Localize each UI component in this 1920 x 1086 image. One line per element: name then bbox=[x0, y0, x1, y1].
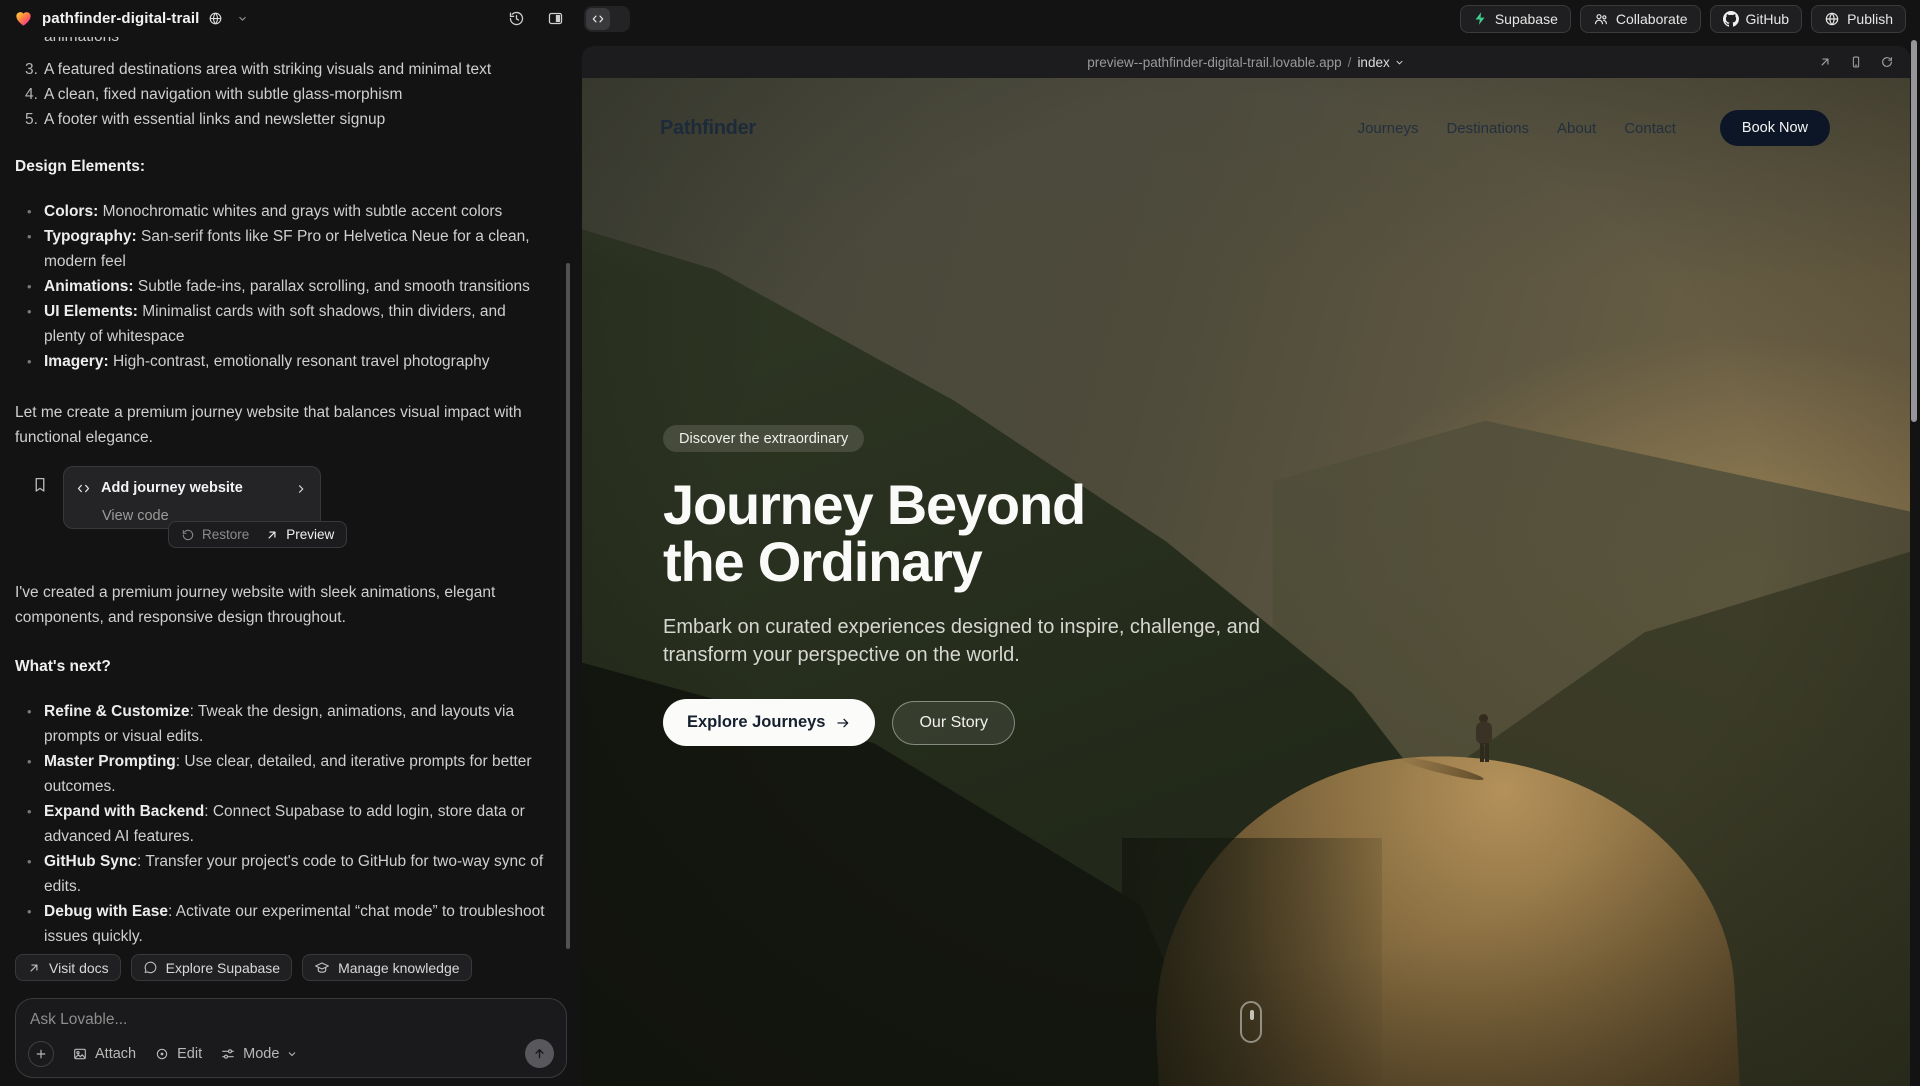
artifact-block: Add journey website View code Restore P bbox=[31, 466, 546, 552]
hero-content: Discover the extraordinary Journey Beyon… bbox=[663, 425, 1303, 746]
list-item: 4. A clean, fixed navigation with subtle… bbox=[15, 82, 546, 107]
hero-heading: Journey Beyond the Ordinary bbox=[663, 476, 1303, 590]
chevron-down-icon[interactable] bbox=[236, 12, 249, 25]
website-hero: Pathfinder Journeys Destinations About C… bbox=[582, 78, 1910, 1086]
preview-url-bar: preview--pathfinder-digital-trail.lovabl… bbox=[582, 46, 1910, 78]
plus-icon bbox=[34, 1047, 48, 1061]
history-icon[interactable] bbox=[506, 8, 527, 29]
refresh-icon[interactable] bbox=[1880, 55, 1894, 69]
chat-input[interactable] bbox=[30, 1011, 552, 1029]
list-item: • Imagery: High-contrast, emotionally re… bbox=[15, 349, 546, 374]
preview-button[interactable]: Preview bbox=[265, 522, 334, 547]
lovable-heart-logo[interactable] bbox=[14, 9, 33, 28]
nav-link-destinations[interactable]: Destinations bbox=[1446, 120, 1529, 137]
code-icon bbox=[76, 481, 91, 496]
chevron-right-icon bbox=[294, 482, 308, 496]
list-item: • Colors: Monochromatic whites and grays… bbox=[15, 199, 546, 224]
mode-selector[interactable]: Mode bbox=[220, 1046, 298, 1062]
our-story-button[interactable]: Our Story bbox=[892, 701, 1014, 745]
result-paragraph: I've created a premium journey website w… bbox=[15, 580, 546, 630]
list-item: • Debug with Ease: Activate our experime… bbox=[15, 899, 546, 949]
chat-bubble-icon bbox=[143, 960, 158, 975]
code-view-toggle[interactable] bbox=[584, 6, 630, 32]
list-item: 5. A footer with essential links and new… bbox=[15, 107, 546, 132]
restore-button[interactable]: Restore bbox=[181, 522, 249, 547]
globe-icon bbox=[208, 11, 223, 26]
chat-scrollbar[interactable] bbox=[566, 263, 570, 949]
site-logo[interactable]: Pathfinder bbox=[660, 117, 756, 140]
nav-link-contact[interactable]: Contact bbox=[1624, 120, 1676, 137]
scroll-indicator-mouse-icon bbox=[1240, 1001, 1262, 1043]
sliders-icon bbox=[220, 1046, 236, 1062]
edit-button[interactable]: Edit bbox=[154, 1046, 202, 1062]
numbered-list: 3. A featured destinations area with str… bbox=[15, 57, 546, 132]
nav-link-about[interactable]: About bbox=[1557, 120, 1596, 137]
artifact-card-add-journey-website[interactable]: Add journey website View code bbox=[63, 466, 321, 529]
restore-icon bbox=[181, 528, 195, 542]
list-item: • Typography: San-serif fonts like SF Pr… bbox=[15, 224, 546, 274]
chat-footer: Visit docs Explore Supabase Manage knowl… bbox=[0, 954, 582, 1086]
mobile-view-icon[interactable] bbox=[1849, 55, 1863, 69]
manage-knowledge-button[interactable]: Manage knowledge bbox=[302, 954, 471, 981]
list-item: • GitHub Sync: Transfer your project's c… bbox=[15, 849, 546, 899]
chevron-down-icon bbox=[1394, 57, 1405, 68]
open-external-icon[interactable] bbox=[1818, 55, 1832, 69]
nav-link-journeys[interactable]: Journeys bbox=[1358, 120, 1419, 137]
hero-subheading: Embark on curated experiences designed t… bbox=[663, 613, 1263, 669]
list-item: • UI Elements: Minimalist cards with sof… bbox=[15, 299, 546, 349]
arrow-up-right-icon bbox=[27, 961, 41, 975]
restore-preview-toolbar: Restore Preview bbox=[168, 521, 347, 548]
chat-messages[interactable]: animations 3. A featured destinations ar… bbox=[0, 37, 582, 954]
publish-globe-icon bbox=[1824, 11, 1840, 27]
list-item: • Animations: Subtle fade-ins, parallax … bbox=[15, 274, 546, 299]
design-bullet-list: • Colors: Monochromatic whites and grays… bbox=[15, 199, 546, 374]
window-scrollbar[interactable] bbox=[1911, 40, 1917, 422]
panel-layout-icon[interactable] bbox=[545, 8, 566, 29]
chevron-down-icon bbox=[286, 1048, 298, 1060]
target-icon bbox=[154, 1046, 170, 1062]
list-item: 3. A featured destinations area with str… bbox=[15, 57, 546, 82]
preview-page-selector[interactable]: index bbox=[1357, 55, 1404, 70]
graduation-cap-icon bbox=[314, 960, 330, 976]
list-item: • Expand with Backend: Connect Supabase … bbox=[15, 799, 546, 849]
topbar: pathfinder-digital-trail Supa bbox=[0, 0, 1920, 37]
list-item: • Refine & Customize: Tweak the design, … bbox=[15, 699, 546, 749]
chat-panel: animations 3. A featured destinations ar… bbox=[0, 37, 582, 1086]
artifact-title: Add journey website bbox=[101, 476, 284, 501]
publish-button[interactable]: Publish bbox=[1811, 5, 1906, 33]
image-icon bbox=[72, 1046, 88, 1062]
site-navbar: Pathfinder Journeys Destinations About C… bbox=[582, 106, 1910, 150]
list-item: • Master Prompting: Use clear, detailed,… bbox=[15, 749, 546, 799]
preview-panel: preview--pathfinder-digital-trail.lovabl… bbox=[582, 46, 1910, 1086]
preview-url-host[interactable]: preview--pathfinder-digital-trail.lovabl… bbox=[1087, 55, 1341, 70]
bookmark-icon[interactable] bbox=[31, 476, 49, 494]
lead-paragraph: Let me create a premium journey website … bbox=[15, 400, 546, 450]
code-icon bbox=[586, 8, 610, 30]
send-button[interactable] bbox=[525, 1039, 554, 1068]
github-icon bbox=[1723, 11, 1739, 27]
add-button[interactable] bbox=[28, 1041, 54, 1067]
design-elements-heading: Design Elements: bbox=[15, 154, 546, 179]
clipped-text-line: animations bbox=[44, 37, 546, 49]
collaborate-button[interactable]: Collaborate bbox=[1580, 5, 1701, 33]
people-icon bbox=[1593, 11, 1609, 27]
arrow-right-icon bbox=[835, 715, 851, 731]
whats-next-heading: What's next? bbox=[15, 654, 546, 679]
arrow-up-right-icon bbox=[265, 528, 279, 542]
github-button[interactable]: GitHub bbox=[1710, 5, 1803, 33]
hero-badge: Discover the extraordinary bbox=[663, 425, 864, 452]
book-now-button[interactable]: Book Now bbox=[1720, 110, 1830, 146]
visit-docs-button[interactable]: Visit docs bbox=[15, 954, 121, 981]
chat-input-container: Attach Edit Mode bbox=[15, 998, 567, 1078]
attach-button[interactable]: Attach bbox=[72, 1046, 136, 1062]
explore-supabase-button[interactable]: Explore Supabase bbox=[131, 954, 292, 981]
supabase-bolt-icon bbox=[1473, 11, 1488, 26]
arrow-up-icon bbox=[532, 1046, 547, 1061]
explore-journeys-button[interactable]: Explore Journeys bbox=[663, 699, 875, 746]
supabase-button[interactable]: Supabase bbox=[1460, 5, 1571, 33]
next-steps-list: • Refine & Customize: Tweak the design, … bbox=[15, 699, 546, 954]
project-name[interactable]: pathfinder-digital-trail bbox=[42, 10, 199, 27]
